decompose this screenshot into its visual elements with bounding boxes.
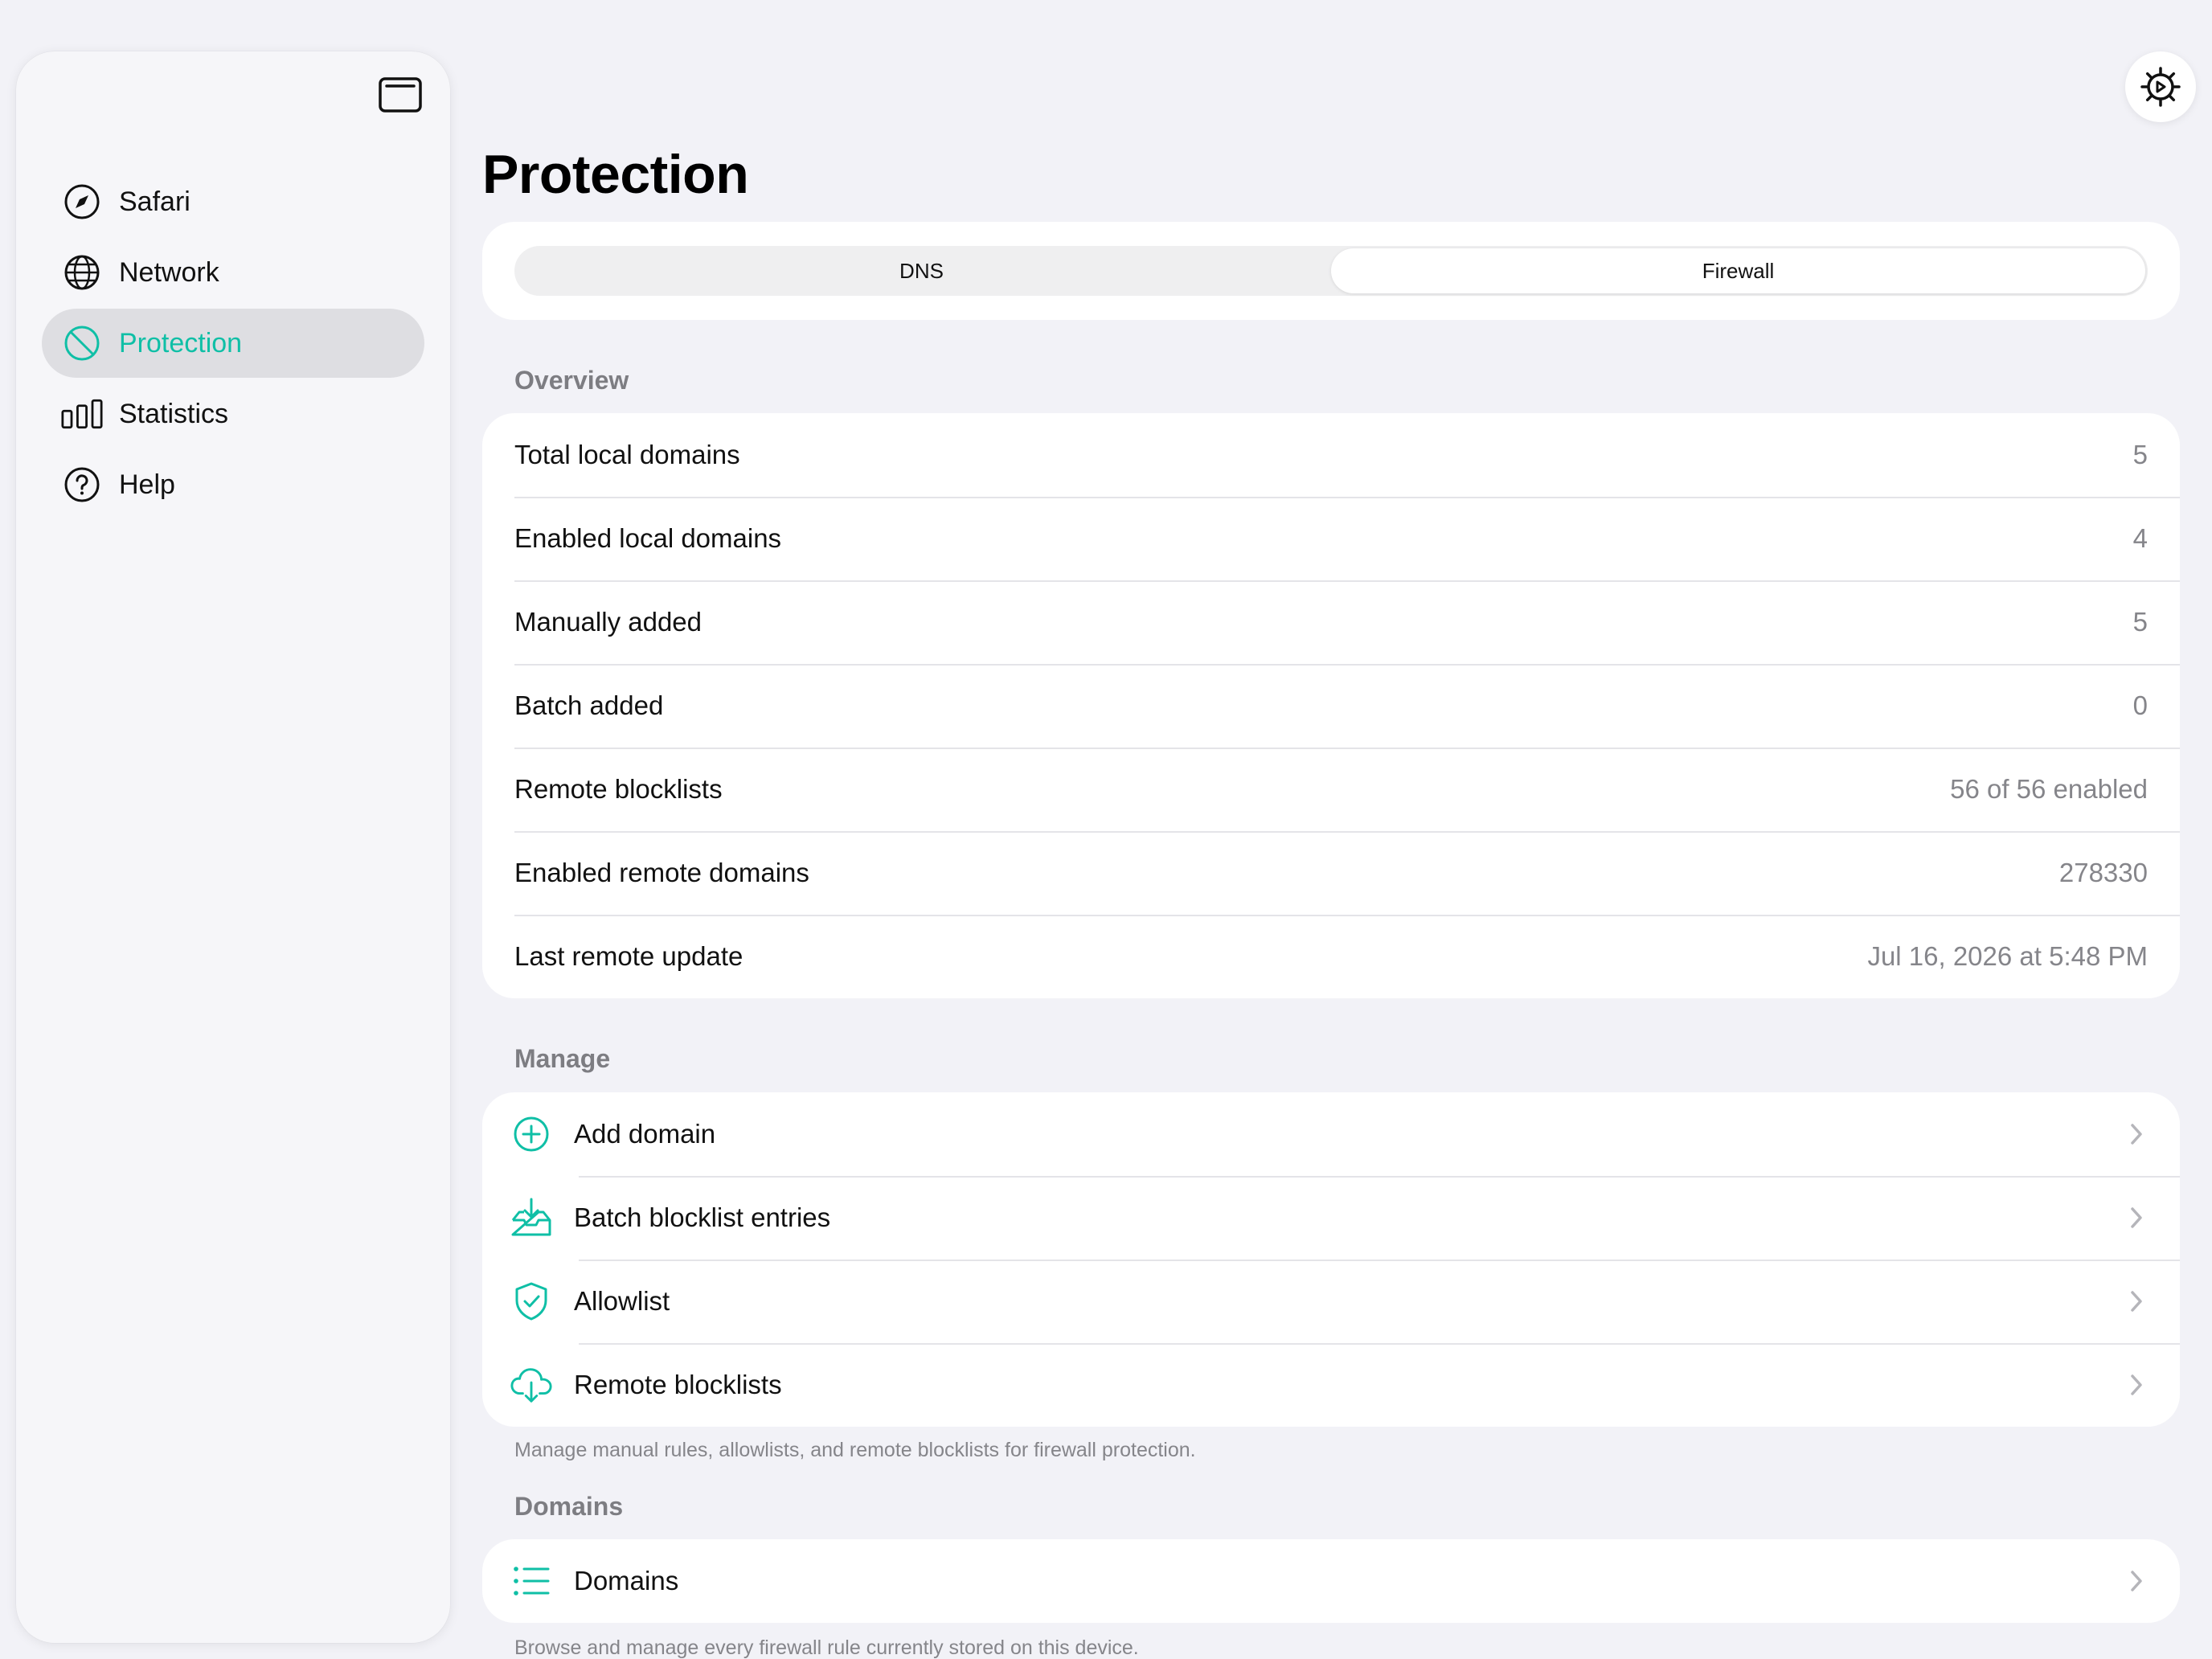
row-value: 278330 <box>2058 858 2148 887</box>
overview-row: Enabled remote domains 278330 <box>482 831 2180 915</box>
domains-card: Domains <box>482 1539 2180 1623</box>
sidebar-item-label: Network <box>119 256 219 288</box>
sidebar-item-network[interactable]: Network <box>42 238 424 307</box>
overview-row: Batch added 0 <box>482 664 2180 748</box>
segmented-control-card: DNS Firewall <box>482 222 2180 320</box>
chevron-right-icon <box>2125 1570 2148 1592</box>
chevron-right-icon <box>2125 1123 2148 1145</box>
segmented-control: DNS Firewall <box>514 246 2148 296</box>
row-label: Remote blocklists <box>574 1370 782 1399</box>
row-value: 56 of 56 enabled <box>1950 774 2148 804</box>
sidebar-nav: Safari Network Protection Statistics Hel… <box>42 167 424 521</box>
tab-firewall[interactable]: Firewall <box>1331 248 2145 293</box>
compass-icon <box>61 181 103 223</box>
row-value: 4 <box>2132 523 2148 553</box>
sidebar-toggle-icon <box>379 77 422 113</box>
sidebar-item-label: Statistics <box>119 398 229 429</box>
row-label: Allowlist <box>574 1286 670 1316</box>
sidebar-item-help[interactable]: Help <box>42 450 424 519</box>
chevron-right-icon <box>2125 1374 2148 1396</box>
list-icon <box>510 1559 553 1603</box>
row-label: Batch blocklist entries <box>574 1202 831 1232</box>
row-label: Add domain <box>574 1119 716 1149</box>
section-header-manage: Manage <box>514 1044 611 1073</box>
row-label: Last remote update <box>514 941 743 971</box>
row-value: Jul 16, 2026 at 5:48 PM <box>1867 941 2148 971</box>
tray-download-icon <box>510 1196 553 1239</box>
sidebar-item-label: Safari <box>119 186 190 217</box>
overview-row: Total local domains 5 <box>482 413 2180 497</box>
row-label: Domains <box>574 1566 679 1596</box>
plus-circle-icon <box>510 1112 553 1156</box>
row-value: 5 <box>2132 607 2148 637</box>
manage-footer-note: Manage manual rules, allowlists, and rem… <box>514 1439 1196 1461</box>
row-label: Enabled remote domains <box>514 858 809 887</box>
chevron-right-icon <box>2125 1206 2148 1229</box>
row-label: Manually added <box>514 607 702 637</box>
page-title: Protection <box>482 144 749 205</box>
row-label: Batch added <box>514 690 664 720</box>
add-domain-row[interactable]: Add domain <box>482 1092 2180 1176</box>
row-value: 5 <box>2132 440 2148 469</box>
sidebar-toggle-button[interactable] <box>372 71 428 119</box>
overview-row: Last remote update Jul 16, 2026 at 5:48 … <box>482 915 2180 998</box>
domains-footer-note: Browse and manage every firewall rule cu… <box>514 1636 1139 1659</box>
remote-blocklists-row[interactable]: Remote blocklists <box>482 1343 2180 1427</box>
sidebar-item-statistics[interactable]: Statistics <box>42 379 424 449</box>
overview-card: Total local domains 5 Enabled local doma… <box>482 413 2180 998</box>
section-header-domains: Domains <box>514 1492 624 1521</box>
gear-icon <box>2140 67 2181 107</box>
batch-blocklist-entries-row[interactable]: Batch blocklist entries <box>482 1176 2180 1260</box>
sidebar: Safari Network Protection Statistics Hel… <box>16 51 450 1643</box>
sidebar-item-label: Protection <box>119 327 243 358</box>
sidebar-item-label: Help <box>119 469 175 500</box>
row-value: 0 <box>2132 690 2148 720</box>
section-header-overview: Overview <box>514 366 629 395</box>
row-label: Remote blocklists <box>514 774 723 804</box>
tab-dns[interactable]: DNS <box>514 246 1329 296</box>
chevron-right-icon <box>2125 1290 2148 1313</box>
allowlist-row[interactable]: Allowlist <box>482 1260 2180 1343</box>
shield-check-icon <box>510 1280 553 1323</box>
settings-button[interactable] <box>2125 51 2196 122</box>
overview-row: Remote blocklists 56 of 56 enabled <box>482 748 2180 831</box>
row-label: Enabled local domains <box>514 523 782 553</box>
cloud-download-icon <box>510 1363 553 1407</box>
sidebar-item-protection[interactable]: Protection <box>42 309 424 378</box>
question-circle-icon <box>61 464 103 506</box>
manage-card: Add domain Batch blocklist entries Allow… <box>482 1092 2180 1427</box>
overview-row: Manually added 5 <box>482 580 2180 664</box>
domains-row[interactable]: Domains <box>482 1539 2180 1623</box>
globe-icon <box>61 252 103 293</box>
row-label: Total local domains <box>514 440 740 469</box>
bar-chart-icon <box>61 393 103 435</box>
sidebar-item-safari[interactable]: Safari <box>42 167 424 236</box>
prohibited-icon <box>61 322 103 364</box>
overview-row: Enabled local domains 4 <box>482 497 2180 580</box>
